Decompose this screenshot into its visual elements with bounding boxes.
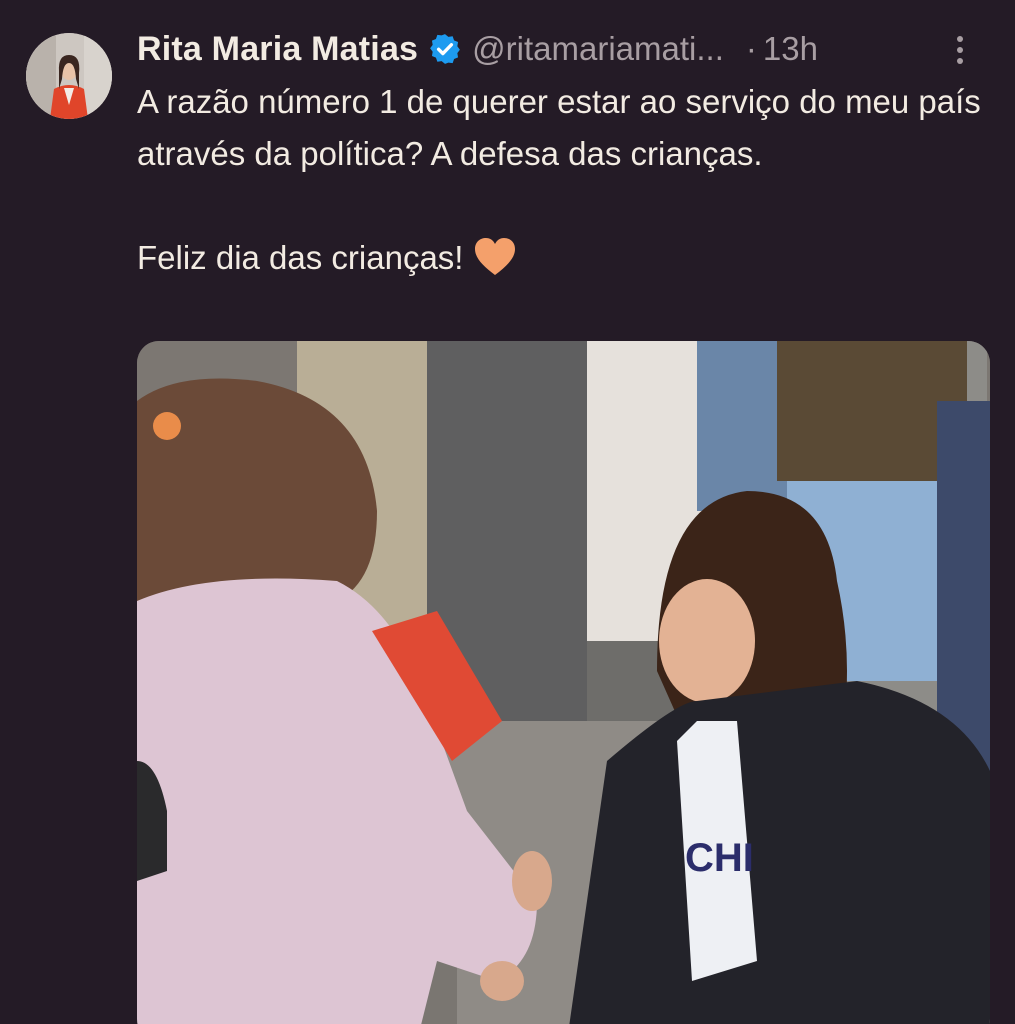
separator-dot: · <box>745 30 757 67</box>
timestamp[interactable]: 13h <box>763 30 818 68</box>
more-vertical-icon[interactable] <box>945 30 975 70</box>
tweet-paragraph-2-text: Feliz dia das crianças! <box>137 239 464 276</box>
avatar-image <box>26 33 112 119</box>
tweet-header: Rita Maria Matias @ritamariamati... · 13… <box>137 26 975 72</box>
tweet-paragraph-2: Feliz dia das crianças! <box>137 232 997 284</box>
author-handle[interactable]: @ritamariamati... <box>472 30 724 68</box>
tweet-text: A razão número 1 de querer estar ao serv… <box>137 76 997 284</box>
avatar[interactable] <box>26 33 112 119</box>
orange-heart-icon <box>473 237 517 277</box>
shirt-text: CHI <box>685 836 754 880</box>
verified-badge-icon <box>428 32 462 66</box>
photo: CHI <box>137 341 990 1024</box>
tweet-media-image[interactable]: CHI <box>137 341 990 1024</box>
author-name[interactable]: Rita Maria Matias <box>137 30 418 69</box>
tweet[interactable]: Rita Maria Matias @ritamariamati... · 13… <box>0 0 1015 1024</box>
tweet-paragraph-1: A razão número 1 de querer estar ao serv… <box>137 83 981 172</box>
